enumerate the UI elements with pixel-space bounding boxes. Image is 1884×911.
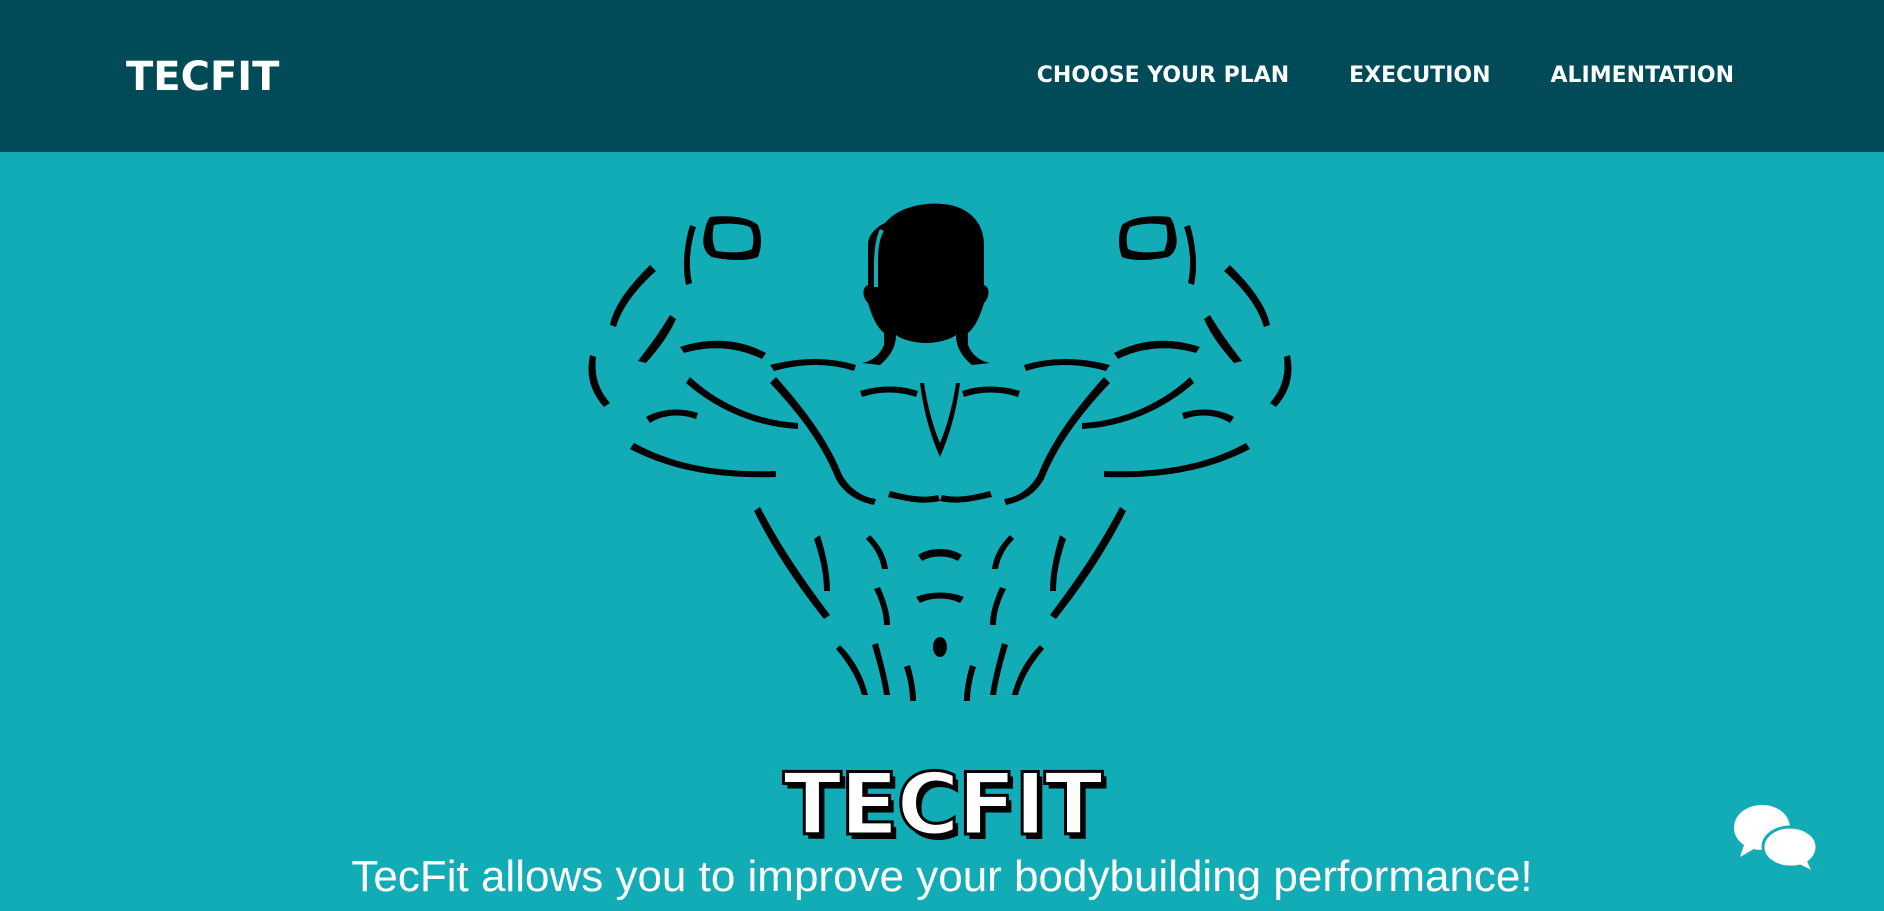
brand-logo[interactable]: TECFIT [126, 51, 279, 103]
hero-subtitle: TecFit allows you to improve your bodybu… [351, 852, 1533, 901]
chat-bubbles-icon[interactable] [1732, 803, 1820, 877]
hero-title: TECFIT [782, 754, 1105, 857]
main-nav: CHOOSE YOUR PLAN EXECUTION ALIMENTATION [977, 60, 1734, 92]
top-navigation-bar: TECFIT CHOOSE YOUR PLAN EXECUTION ALIMEN… [0, 0, 1884, 152]
nav-link-alimentation[interactable]: ALIMENTATION [1551, 60, 1735, 92]
bodybuilder-silhouette-icon [588, 203, 1292, 701]
chat-icon-graphic [1734, 805, 1819, 877]
nav-link-choose-your-plan[interactable]: CHOOSE YOUR PLAN [1037, 60, 1289, 92]
nav-link-execution[interactable]: EXECUTION [1349, 60, 1490, 92]
